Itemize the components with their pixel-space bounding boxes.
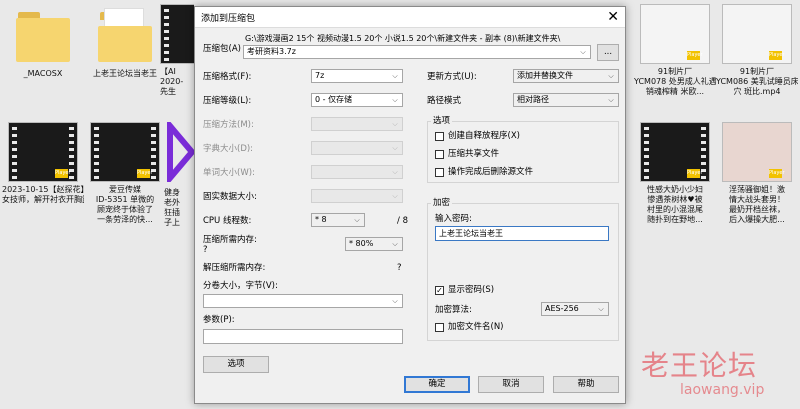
video-tile[interactable]: Player 淫荡骚御姐！激 情大战头套男！ 最奶开档丝袜， 后入爆操大肥... bbox=[716, 122, 798, 225]
video-tile[interactable]: 【AI 2020- 先生 bbox=[160, 4, 194, 97]
decompress-memory-value: ? bbox=[397, 263, 402, 273]
compress-memory-label: 压缩所需内存: bbox=[203, 235, 257, 245]
dialog-titlebar: 添加到压缩包 ✕ bbox=[195, 7, 625, 28]
tile-caption: 淫荡骚御姐！激 情大战头套男！ 最奶开档丝袜， 后入爆操大肥... bbox=[729, 185, 785, 224]
tile-caption: 91制片厂 YCM078 处男成人礼遇柔媚姐的 销魂榨精 米欧... bbox=[634, 67, 716, 96]
sfx-label: 创建自释放程序(X) bbox=[448, 131, 520, 141]
encryption-group-title: 加密 bbox=[431, 198, 453, 208]
format-label: 压缩格式(F): bbox=[203, 72, 252, 82]
archive-name-combo[interactable]: 考研资料3.7z ⌵ bbox=[243, 45, 591, 59]
ok-button[interactable]: 确定 bbox=[404, 376, 470, 393]
sfx-checkbox[interactable] bbox=[435, 132, 444, 141]
word-size-select: ⌵ bbox=[311, 165, 403, 179]
cpu-threads-label: CPU 线程数: bbox=[203, 216, 252, 226]
close-icon[interactable]: ✕ bbox=[607, 8, 619, 26]
video-thumbnail: Player bbox=[640, 4, 710, 64]
video-tile[interactable]: Player 爱豆传媒 ID-5351 单微的 顾宠终于体验了 一条劳泽的快..… bbox=[84, 122, 166, 225]
dialog-title: 添加到压缩包 bbox=[201, 14, 256, 24]
tile-caption: 【AI 2020- 先生 bbox=[160, 67, 184, 96]
solid-size-label: 固实数据大小: bbox=[203, 192, 257, 202]
tile-caption: 爱豆传媒 ID-5351 单微的 顾宠终于体验了 一条劳泽的快... bbox=[95, 185, 155, 224]
format-select[interactable]: 7z ⌵ bbox=[311, 69, 403, 83]
video-tile[interactable]: Player 91制片厂 YCM086 美乳试睡员床上猛烈冲 穴 斑比.mp4 bbox=[716, 4, 798, 97]
decompress-memory-label: 解压缩所需内存: bbox=[203, 263, 266, 273]
shared-files-checkbox[interactable] bbox=[435, 150, 444, 159]
tile-caption: 性感大奶小少妇 惨遇茶树林♥被 村里的小混混尾 随扑到在野地... bbox=[647, 185, 703, 224]
password-input[interactable]: 上老王论坛当老王 bbox=[435, 226, 609, 241]
solid-size-select: ⌵ bbox=[311, 189, 403, 203]
folder-icon bbox=[94, 4, 156, 66]
delete-after-label: 操作完成后删除源文件 bbox=[448, 167, 534, 177]
tile-caption: 91制片厂 YCM086 美乳试睡员床上猛烈冲 穴 斑比.mp4 bbox=[716, 67, 798, 96]
level-select[interactable]: 0 - 仅存储 ⌵ bbox=[311, 93, 403, 107]
browse-button[interactable]: ... bbox=[597, 44, 619, 61]
update-mode-label: 更新方式(U): bbox=[427, 72, 477, 82]
update-mode-select[interactable]: 添加并替换文件 ⌵ bbox=[513, 69, 619, 83]
encrypt-names-label: 加密文件名(N) bbox=[448, 322, 504, 332]
tile-caption: 健身 老外 狂插 子上 bbox=[164, 188, 180, 227]
path-mode-label: 路径模式 bbox=[427, 96, 462, 106]
archive-path: G:\游戏漫画2 15个 视频动漫1.5 20个 小说1.5 20个\新建文件夹… bbox=[245, 34, 561, 43]
add-to-archive-dialog: 添加到压缩包 ✕ 压缩包(A) G:\游戏漫画2 15个 视频动漫1.5 20个… bbox=[194, 6, 626, 404]
word-size-label: 单词大小(W): bbox=[203, 168, 255, 178]
dict-size-select: ⌵ bbox=[311, 141, 403, 155]
folder-icon bbox=[12, 4, 74, 66]
password-label: 输入密码: bbox=[435, 214, 472, 224]
level-label: 压缩等级(L): bbox=[203, 96, 252, 106]
play-logo-icon bbox=[167, 122, 194, 187]
delete-after-checkbox[interactable] bbox=[435, 168, 444, 177]
path-mode-select[interactable]: 相对路径 ⌵ bbox=[513, 93, 619, 107]
video-tile[interactable]: Player 91制片厂 YCM078 处男成人礼遇柔媚姐的 销魂榨精 米欧..… bbox=[634, 4, 716, 97]
method-select: ⌵ bbox=[311, 117, 403, 131]
video-thumbnail: Player bbox=[722, 4, 792, 64]
options-button[interactable]: 选项 bbox=[203, 356, 269, 373]
tile-caption: _MACOSX bbox=[23, 69, 63, 78]
dict-size-label: 字典大小(D): bbox=[203, 144, 254, 154]
compress-memory-value: ? bbox=[203, 245, 208, 255]
site-watermark-url: laowang.vip bbox=[680, 382, 765, 398]
shared-files-label: 压缩共享文件 bbox=[448, 149, 500, 159]
memory-usage-select[interactable]: * 80% ⌵ bbox=[345, 237, 403, 251]
parameters-label: 参数(P): bbox=[203, 315, 235, 325]
show-password-label: 显示密码(S) bbox=[448, 285, 495, 295]
split-volume-label: 分卷大小，字节(V): bbox=[203, 281, 278, 291]
video-thumbnail: Player bbox=[722, 122, 792, 182]
help-button[interactable]: 帮助 bbox=[553, 376, 619, 393]
cancel-button[interactable]: 取消 bbox=[478, 376, 544, 393]
tile-caption: 上老王论坛当老王 bbox=[93, 69, 157, 78]
video-thumbnail: Player bbox=[90, 122, 160, 182]
video-thumbnail: Player bbox=[8, 122, 78, 182]
folder-tile[interactable]: 上老王论坛当老王 bbox=[84, 4, 166, 79]
show-password-checkbox[interactable]: ✓ bbox=[435, 286, 444, 295]
tile-caption: 2023-10-15【赵探花】会所找骚 女技师，解开衬衣开胸露丝... bbox=[2, 185, 84, 204]
method-label: 压缩方法(M): bbox=[203, 120, 254, 130]
folder-tile[interactable]: _MACOSX bbox=[2, 4, 84, 79]
video-thumbnail: Player bbox=[640, 122, 710, 182]
encryption-method-label: 加密算法: bbox=[435, 305, 472, 315]
split-volume-combo[interactable]: ⌵ bbox=[203, 294, 403, 308]
video-tile[interactable]: Player 2023-10-15【赵探花】会所找骚 女技师，解开衬衣开胸露丝.… bbox=[2, 122, 84, 205]
cpu-threads-total: / 8 bbox=[397, 216, 408, 226]
options-group-title: 选项 bbox=[431, 116, 453, 126]
site-watermark: 老王论坛 bbox=[641, 349, 758, 382]
cpu-threads-select[interactable]: * 8 ⌵ bbox=[311, 213, 365, 227]
archive-label: 压缩包(A) bbox=[203, 44, 241, 54]
video-tile[interactable]: Player 性感大奶小少妇 惨遇茶树林♥被 村里的小混混尾 随扑到在野地... bbox=[634, 122, 716, 225]
encrypt-names-checkbox[interactable] bbox=[435, 323, 444, 332]
parameters-input[interactable] bbox=[203, 329, 403, 344]
encryption-method-select[interactable]: AES-256 ⌵ bbox=[541, 302, 609, 316]
video-thumbnail bbox=[160, 4, 194, 64]
video-tile[interactable]: 健身 老外 狂插 子上 bbox=[164, 122, 194, 228]
